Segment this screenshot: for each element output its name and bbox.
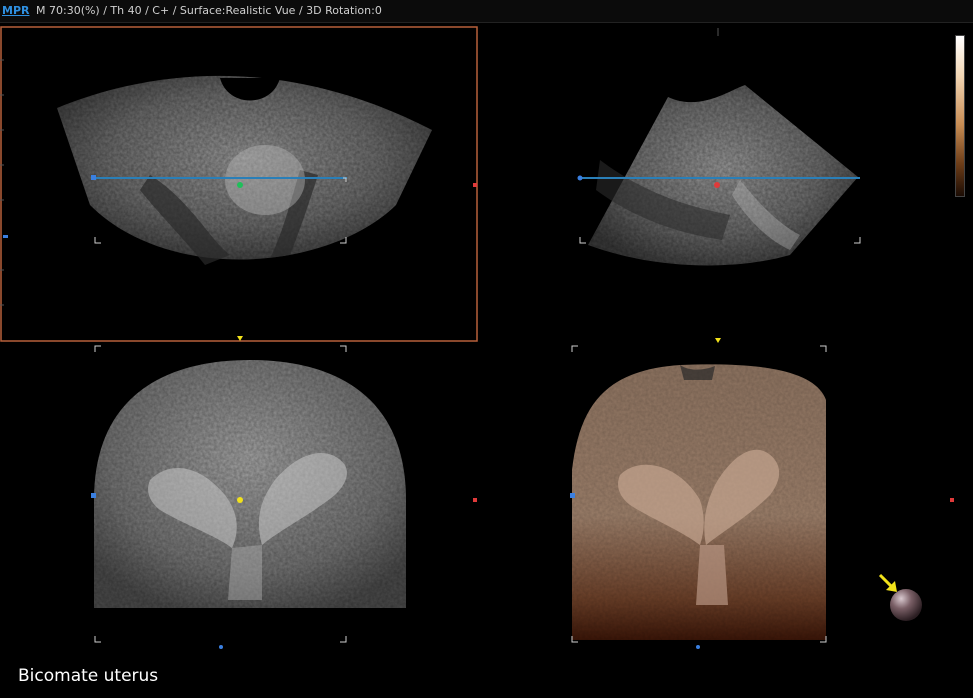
edge-marker-blue-d — [570, 493, 575, 498]
edge-marker-red-d — [950, 498, 954, 502]
reference-point-red[interactable] — [714, 182, 720, 188]
mpr-viewport — [0, 26, 954, 649]
plane-marker-yellow-d — [715, 338, 721, 343]
mpr-plane-c[interactable] — [94, 360, 406, 608]
edge-marker-red-c — [473, 498, 477, 502]
bottom-marker-blue — [219, 645, 223, 649]
bottom-marker-blue-d — [696, 645, 700, 649]
edge-marker-red — [473, 183, 477, 187]
image-caption: Bicomate uterus — [18, 666, 159, 686]
mpr-plane-b[interactable] — [588, 85, 858, 266]
orientation-sphere-icon[interactable] — [890, 589, 922, 621]
mpr-plane-a[interactable] — [57, 75, 432, 265]
reference-line-handle-b[interactable] — [577, 175, 583, 181]
edge-marker-blue — [3, 235, 8, 238]
reference-point-green[interactable] — [237, 182, 243, 188]
reference-line-handle[interactable] — [91, 175, 96, 180]
arrow-icon — [878, 573, 897, 592]
render-3d-view[interactable] — [572, 364, 826, 640]
edge-marker-blue-c — [91, 493, 96, 498]
reference-point-yellow[interactable] — [237, 497, 243, 503]
